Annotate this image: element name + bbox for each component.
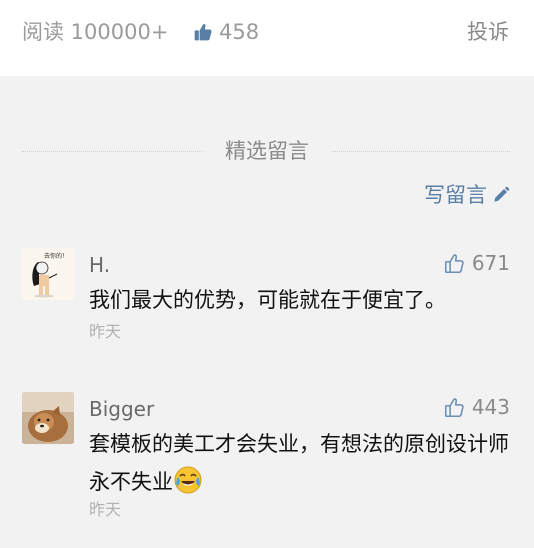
- comment-time: 昨天: [89, 322, 122, 341]
- thumbs-up-outline-icon: [444, 397, 465, 418]
- avatar[interactable]: 去你的！: [22, 248, 74, 300]
- comment-text-body: 套模板的美工才会失业，有想法的原创设计师永不失业: [89, 432, 509, 494]
- comment-time: 昨天: [89, 500, 122, 519]
- comment-like-count: 443: [471, 395, 510, 419]
- article-like-count: 458: [219, 20, 260, 44]
- write-comment-button[interactable]: 写留言: [424, 180, 510, 210]
- pencil-icon: [494, 186, 510, 202]
- divider-right: [332, 151, 510, 152]
- comment-like-button[interactable]: 671: [444, 250, 510, 276]
- write-comment-label: 写留言: [424, 183, 487, 207]
- thumbs-up-filled-icon: [193, 22, 213, 42]
- comment-text: 我们最大的优势，可能就在于便宜了。: [89, 288, 446, 312]
- crying-laughing-emoji-icon: [173, 465, 203, 495]
- comment-like-button[interactable]: 443: [444, 394, 510, 420]
- comment-text: 套模板的美工才会失业，有想法的原创设计师永不失业: [89, 425, 509, 501]
- comment-author: Bigger: [89, 397, 155, 421]
- read-count: 阅读 100000+: [22, 20, 169, 44]
- featured-comments-header: 精选留言: [0, 136, 534, 166]
- article-stats-bar: 阅读 100000+ 458 投诉: [0, 0, 534, 76]
- report-link[interactable]: 投诉: [467, 18, 509, 46]
- thumbs-up-outline-icon: [444, 253, 465, 274]
- avatar[interactable]: [22, 392, 74, 444]
- comment-like-count: 671: [471, 251, 510, 275]
- comment-author: H.: [89, 253, 111, 277]
- avatar-caption: 去你的！: [44, 252, 68, 260]
- article-like-button[interactable]: 458: [193, 18, 259, 46]
